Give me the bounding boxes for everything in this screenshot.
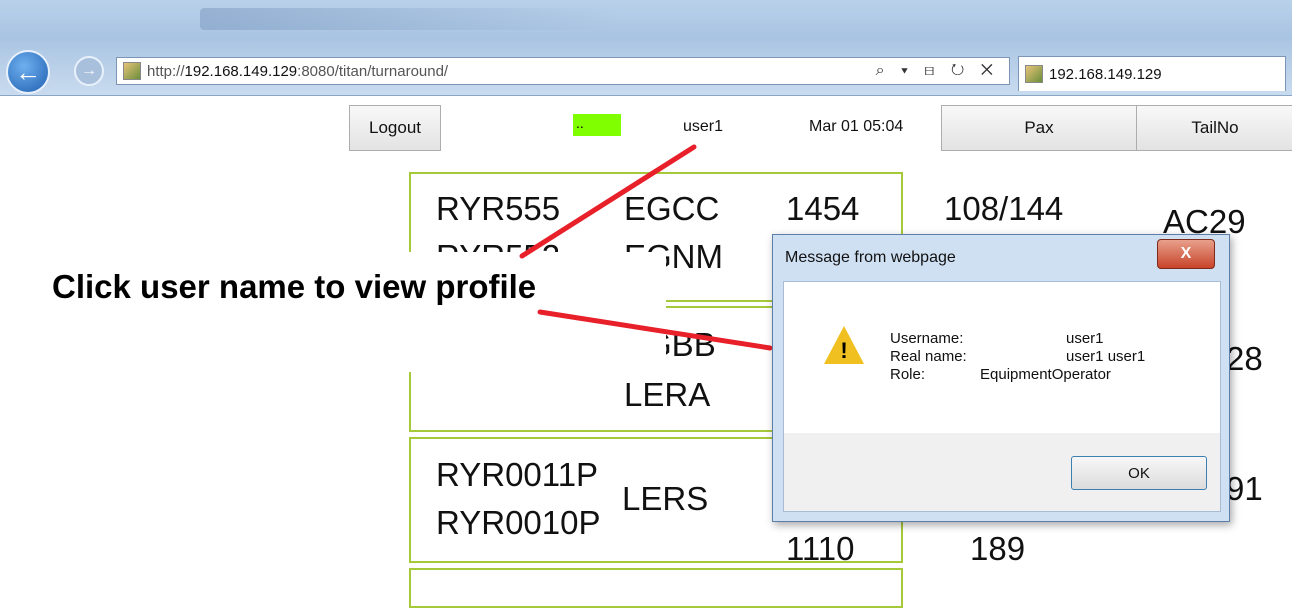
username-link[interactable]: user1 xyxy=(683,118,723,136)
favicon-icon xyxy=(123,62,141,80)
flight-number: RYR0011P xyxy=(436,456,599,493)
role-value: EquipmentOperator xyxy=(980,366,1111,383)
airport-code: LERS xyxy=(622,480,709,517)
flight-number: RYR0010P xyxy=(436,504,601,541)
ok-button[interactable]: OK xyxy=(1071,456,1207,490)
tab-title: 192.168.149.129 xyxy=(1049,65,1162,83)
pax-button[interactable]: Pax xyxy=(941,105,1137,151)
username-value: user1 xyxy=(1066,330,1104,347)
message-dialog: Message from webpage X ! Username: user1… xyxy=(772,234,1230,522)
dialog-title: Message from webpage xyxy=(785,249,956,266)
realname-label: Real name: xyxy=(890,348,967,365)
role-label: Role: xyxy=(890,366,926,383)
turnaround-card[interactable] xyxy=(409,568,903,608)
flight-time: 1454 xyxy=(786,190,860,227)
forward-icon[interactable]: → xyxy=(74,56,104,86)
annotation-text: Click user name to view profile xyxy=(52,268,537,305)
airport-code: LERA xyxy=(624,376,711,413)
airport-code: EGCC xyxy=(624,190,720,227)
back-icon[interactable]: ← xyxy=(6,50,50,94)
datetime-label: Mar 01 05:04 xyxy=(809,118,904,135)
browser-chrome: ← → http://192.168.149.129:8080/titan/tu… xyxy=(0,0,1292,96)
tail-number: 91 xyxy=(1226,470,1263,507)
warning-icon-mark: ! xyxy=(840,338,848,363)
window-title-blur xyxy=(200,8,620,30)
connection-status-indicator: .. xyxy=(573,114,621,136)
close-icon[interactable]: X xyxy=(1157,239,1215,269)
pax-count: 189 xyxy=(970,530,1026,567)
url-host: 192.168.149.129 xyxy=(184,62,298,80)
browser-tab[interactable]: 192.168.149.129 xyxy=(1018,56,1286,91)
address-bar[interactable]: http://192.168.149.129:8080/titan/turnar… xyxy=(116,57,1010,85)
tab-favicon-icon xyxy=(1025,65,1043,83)
url-rest: :8080/titan/turnaround/ xyxy=(297,62,449,80)
address-tools-icons[interactable]: ⌕ ▾ ⊟ ↻ ✕ xyxy=(876,62,999,80)
flight-number: RYR555 xyxy=(436,190,561,227)
username-label: Username: xyxy=(890,330,964,347)
logout-button[interactable]: Logout xyxy=(349,105,441,151)
url-prefix: http:// xyxy=(147,62,185,80)
dialog-body: ! Username: user1 Real name: user1 user1… xyxy=(783,281,1221,435)
tailno-button[interactable]: TailNo xyxy=(1136,105,1292,151)
flight-time: 1110 xyxy=(786,530,855,567)
tail-number: 28 xyxy=(1226,340,1263,377)
realname-value: user1 user1 xyxy=(1066,348,1146,365)
pax-count: 108/144 xyxy=(944,190,1064,227)
